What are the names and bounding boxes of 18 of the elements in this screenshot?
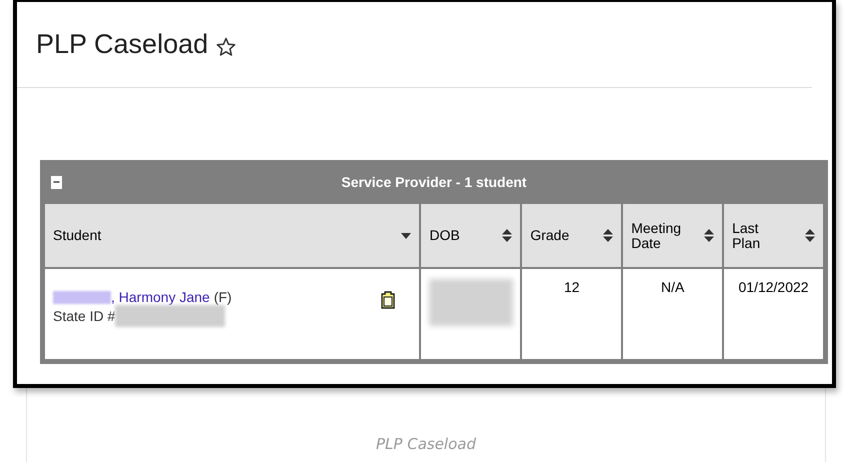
column-header[interactable]: Grade <box>522 204 622 269</box>
gender-text: (F) <box>214 289 232 305</box>
table-cell: N/A <box>660 279 684 295</box>
document-icon[interactable] <box>381 291 396 309</box>
column-header[interactable]: Last Plan <box>724 204 823 269</box>
table-cell: 01/12/2022 <box>738 279 809 295</box>
student-link[interactable]: , Harmony Jane <box>111 289 210 305</box>
star-icon[interactable] <box>216 36 236 56</box>
state-id-label: State ID # <box>53 308 116 324</box>
column-header[interactable]: DOB <box>421 204 520 269</box>
column-header[interactable]: Student <box>45 204 420 269</box>
redacted-name <box>53 290 111 304</box>
table-caption: Service Provider - 1 student <box>341 174 527 190</box>
figure-caption: PLP Caseload <box>376 435 476 453</box>
collapse-button[interactable]: − <box>51 176 62 188</box>
column-header[interactable]: Meeting Date <box>623 204 722 269</box>
table-cell: 12 <box>564 279 580 295</box>
page-title: PLP Caseload <box>36 29 208 60</box>
